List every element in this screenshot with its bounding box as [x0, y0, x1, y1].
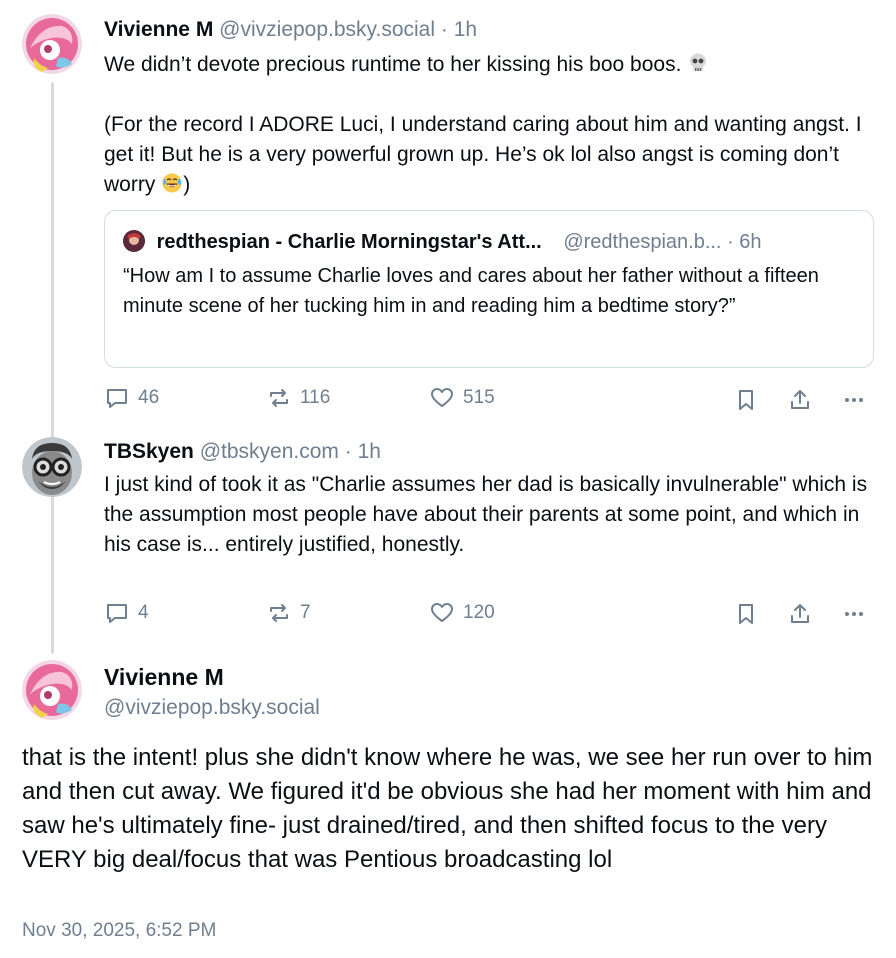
post1-repost-button[interactable]: 116 [266, 385, 330, 411]
quote-time[interactable]: · 6h [727, 231, 761, 253]
repost-icon [270, 389, 288, 407]
main-post-text: that is the intent! plus she didn't know… [22, 744, 873, 873]
post2-bookmark-button[interactable] [732, 600, 760, 628]
post1-reply-count: 46 [138, 387, 160, 408]
post2-like-count: 120 [463, 602, 495, 623]
avatar-vivienne-main[interactable] [22, 660, 82, 720]
quote-card[interactable]: redthespian - Charlie Morningstar's Att.… [104, 210, 874, 368]
post1-like-button[interactable]: 515 [429, 385, 495, 411]
thread-line [51, 82, 54, 654]
post1-line1: We didn’t devote precious runtime to her… [104, 53, 682, 76]
post1-display-name[interactable]: Vivienne M [104, 18, 213, 41]
post2-reply-count: 4 [138, 602, 149, 623]
bookmark-icon [739, 604, 753, 624]
avatar-tbskyen[interactable] [22, 437, 82, 497]
share-icon [791, 604, 809, 623]
post1-like-count: 515 [463, 387, 495, 408]
post2-share-button[interactable] [786, 600, 814, 628]
post1-para2-end: ) [183, 173, 191, 196]
skull-emoji-icon [687, 52, 709, 74]
post1-para2: (For the record I ADORE Luci, I understa… [104, 113, 862, 196]
quote-header: redthespian - Charlie Morningstar's Att.… [123, 229, 762, 255]
main-handle[interactable]: @vivziepop.bsky.social [104, 694, 320, 722]
reply-icon [107, 604, 127, 623]
post1-reply-button[interactable]: 46 [104, 385, 159, 411]
post2-more-button[interactable] [840, 600, 868, 628]
post1-text: We didn’t devote precious runtime to her… [104, 50, 874, 80]
repost-icon [270, 604, 288, 622]
laughing-tears-emoji-icon [161, 172, 183, 194]
more-icon [845, 612, 863, 616]
quote-handle[interactable]: @redthespian.b... [563, 231, 721, 253]
quote-text: “How am I to assume Charlie loves and ca… [123, 265, 819, 317]
post2-handle[interactable]: @tbskyen.com [200, 440, 339, 463]
heart-icon [431, 388, 453, 407]
quote-avatar[interactable] [123, 230, 145, 252]
quote-display-name[interactable]: redthespian - Charlie Morningstar's Att.… [157, 231, 542, 253]
post1-paragraph2: (For the record I ADORE Luci, I understa… [104, 110, 874, 200]
post1-more-button[interactable] [840, 386, 868, 414]
post1-header: Vivienne M @vivziepop.bsky.social · 1h [104, 16, 477, 44]
post2-reply-button[interactable]: 4 [104, 600, 149, 626]
post2-display-name[interactable]: TBSkyen [104, 440, 194, 463]
post2-like-button[interactable]: 120 [429, 600, 495, 626]
post1-handle[interactable]: @vivziepop.bsky.social [219, 18, 435, 41]
more-icon [845, 398, 863, 402]
bookmark-icon [739, 390, 753, 410]
post1-share-button[interactable] [786, 386, 814, 414]
main-timestamp[interactable]: Nov 30, 2025, 6:52 PM [22, 918, 216, 944]
main-display-name[interactable]: Vivienne M [104, 662, 224, 692]
post2-time[interactable]: · 1h [345, 440, 381, 463]
heart-icon [431, 603, 453, 622]
post2-text: I just kind of took it as "Charlie assum… [104, 473, 868, 556]
post2-header: TBSkyen @tbskyen.com · 1h [104, 438, 381, 466]
post1-repost-count: 116 [300, 387, 331, 408]
avatar-vivienne[interactable] [22, 14, 82, 74]
post2-repost-button[interactable]: 7 [266, 600, 311, 626]
post2-repost-count: 7 [300, 602, 311, 623]
post1-time[interactable]: · 1h [441, 18, 477, 41]
share-icon [791, 390, 809, 409]
post1-bookmark-button[interactable] [732, 386, 760, 414]
reply-icon [107, 389, 127, 408]
